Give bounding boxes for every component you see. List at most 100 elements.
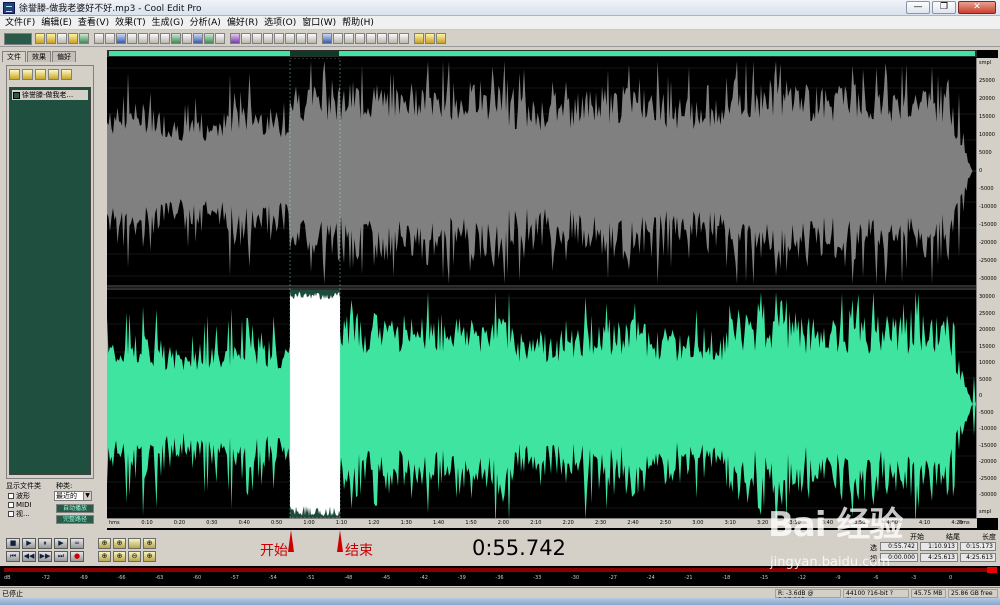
snap-ruler-icon[interactable] bbox=[355, 33, 365, 44]
import-icon[interactable] bbox=[22, 69, 33, 80]
zoom-out-vertical-icon[interactable]: ⊕ bbox=[143, 550, 156, 562]
waveform-display[interactable]: smpl 25000 20000 15000 10000 5000 0 -5000 -10000… bbox=[107, 50, 998, 530]
menu-view[interactable]: 查看(V) bbox=[75, 16, 112, 30]
app-icon[interactable] bbox=[3, 1, 15, 14]
insert-icon[interactable] bbox=[48, 69, 59, 80]
rewind-button[interactable]: ◀◀ bbox=[22, 550, 36, 562]
clip-indicator[interactable] bbox=[987, 567, 997, 573]
list-item[interactable]: 徐誉滕-做我老... bbox=[12, 90, 88, 100]
close-button[interactable]: ✕ bbox=[958, 1, 996, 14]
record-button[interactable]: ● bbox=[70, 550, 84, 562]
overview-bar[interactable] bbox=[107, 50, 977, 57]
zoom-region-icon[interactable] bbox=[204, 33, 214, 44]
save-icon[interactable] bbox=[68, 33, 78, 44]
edit-icon[interactable] bbox=[61, 69, 72, 80]
maximize-button[interactable]: ❐ bbox=[932, 1, 956, 14]
repeat-icon[interactable] bbox=[116, 33, 126, 44]
minimize-button[interactable]: — bbox=[906, 1, 930, 14]
zoom-controls: ⊕ ⊕ ⊕ ⊕ ⊕ ⊖ ⊕ bbox=[96, 536, 158, 564]
settings-icon[interactable] bbox=[414, 33, 424, 44]
zoom-selection-icon[interactable]: ⊖ bbox=[128, 550, 141, 562]
view-end-field[interactable]: 4:25.613 bbox=[920, 553, 958, 562]
find-icon[interactable] bbox=[215, 33, 225, 44]
spectral-icon[interactable] bbox=[333, 33, 343, 44]
marker-icon[interactable] bbox=[274, 33, 284, 44]
level-tick: -57 bbox=[230, 575, 239, 581]
menu-analyze[interactable]: 分析(A) bbox=[187, 16, 224, 30]
timeline-tick: 1:40 bbox=[433, 520, 445, 526]
zoom-full-icon[interactable] bbox=[128, 538, 141, 549]
tab-favorites[interactable]: 偏好 bbox=[52, 51, 76, 62]
timeline-tick: 2:10 bbox=[530, 520, 542, 526]
zoom-in-horizontal-icon[interactable]: ⊕ bbox=[98, 538, 111, 549]
paste-icon[interactable] bbox=[149, 33, 159, 44]
info-icon[interactable] bbox=[399, 33, 409, 44]
multitrack-toggle-button[interactable] bbox=[4, 32, 32, 45]
play-to-end-button[interactable]: ▶ bbox=[54, 538, 68, 549]
go-to-end-button[interactable]: ⏭ bbox=[54, 550, 68, 562]
menu-window[interactable]: 窗口(W) bbox=[299, 16, 339, 30]
undo-icon[interactable] bbox=[94, 33, 104, 44]
stop-button[interactable]: ■ bbox=[6, 538, 20, 549]
menu-favorites[interactable]: 偏好(R) bbox=[224, 16, 261, 30]
menu-generate[interactable]: 生成(G) bbox=[149, 16, 187, 30]
go-to-start-button[interactable]: ⏮ bbox=[6, 550, 20, 562]
cut-icon[interactable] bbox=[138, 33, 148, 44]
fast-forward-button[interactable]: ▶▶ bbox=[38, 550, 52, 562]
menu-file[interactable]: 文件(F) bbox=[2, 16, 38, 30]
copy-icon[interactable] bbox=[127, 33, 137, 44]
selection-end-field[interactable]: 1:10.913 bbox=[920, 542, 958, 551]
amplitude-tick: smpl bbox=[979, 60, 992, 66]
checkbox-video[interactable] bbox=[8, 510, 14, 517]
zoom-out-horizontal-icon[interactable]: ⊕ bbox=[113, 538, 126, 549]
pause-button[interactable]: ⏸ bbox=[38, 538, 52, 549]
new-file-icon[interactable] bbox=[35, 33, 45, 44]
close-icon[interactable] bbox=[35, 69, 46, 80]
menu-effects[interactable]: 效果(T) bbox=[112, 16, 149, 30]
amplitude-tick: 15000 bbox=[979, 114, 995, 120]
select-all-icon[interactable] bbox=[193, 33, 203, 44]
waveform-view-icon[interactable] bbox=[322, 33, 332, 44]
open-file-icon[interactable] bbox=[9, 69, 20, 80]
selection-length-field[interactable]: 0:15.173 bbox=[960, 542, 996, 551]
end-marker-label: 结束 bbox=[345, 543, 373, 559]
view-length-field[interactable]: 4:25.613 bbox=[960, 553, 996, 562]
zoom-left-icon[interactable]: ⊕ bbox=[98, 550, 111, 562]
snap-zero-icon[interactable] bbox=[377, 33, 387, 44]
filter-icon[interactable] bbox=[296, 33, 306, 44]
tab-files[interactable]: 文件 bbox=[2, 51, 26, 62]
menu-options[interactable]: 选项(O) bbox=[261, 16, 299, 30]
loop-button[interactable]: ∞ bbox=[70, 538, 84, 549]
save-as-icon[interactable] bbox=[79, 33, 89, 44]
zoom-right-icon[interactable]: ⊕ bbox=[113, 550, 126, 562]
redo-icon[interactable] bbox=[105, 33, 115, 44]
tab-effects[interactable]: 效果 bbox=[27, 51, 51, 62]
cd-icon[interactable] bbox=[425, 33, 435, 44]
envelope-icon[interactable] bbox=[285, 33, 295, 44]
sort-select[interactable]: 最近的 ▼ bbox=[54, 491, 92, 501]
snap-cue-icon[interactable] bbox=[366, 33, 376, 44]
menu-bar: 文件(F) 编辑(E) 查看(V) 效果(T) 生成(G) 分析(A) 偏好(R… bbox=[0, 16, 1000, 30]
frequency-icon[interactable] bbox=[241, 33, 251, 44]
checkbox-wave[interactable] bbox=[8, 492, 14, 499]
help-icon[interactable] bbox=[436, 33, 446, 44]
close-file-icon[interactable] bbox=[57, 33, 67, 44]
snap-frames-icon[interactable] bbox=[388, 33, 398, 44]
spectral-view-icon[interactable] bbox=[230, 33, 240, 44]
mix-paste-icon[interactable] bbox=[160, 33, 170, 44]
waveform-svg[interactable] bbox=[107, 58, 977, 518]
trim-icon[interactable] bbox=[171, 33, 181, 44]
play-button[interactable]: ▶ bbox=[22, 538, 36, 549]
checkbox-midi[interactable] bbox=[8, 501, 14, 508]
cue-icon[interactable] bbox=[263, 33, 273, 44]
zoom-in-vertical-icon[interactable]: ⊕ bbox=[143, 538, 156, 549]
menu-edit[interactable]: 编辑(E) bbox=[38, 16, 75, 30]
auto-play-button[interactable]: 自动播放 bbox=[56, 504, 94, 513]
open-folder-icon[interactable] bbox=[46, 33, 56, 44]
tempo-icon[interactable] bbox=[252, 33, 262, 44]
noise-icon[interactable] bbox=[307, 33, 317, 44]
menu-help[interactable]: 帮助(H) bbox=[339, 16, 377, 30]
full-path-button[interactable]: 完整路径 bbox=[56, 515, 94, 524]
snap-icon[interactable] bbox=[344, 33, 354, 44]
delete-icon[interactable] bbox=[182, 33, 192, 44]
